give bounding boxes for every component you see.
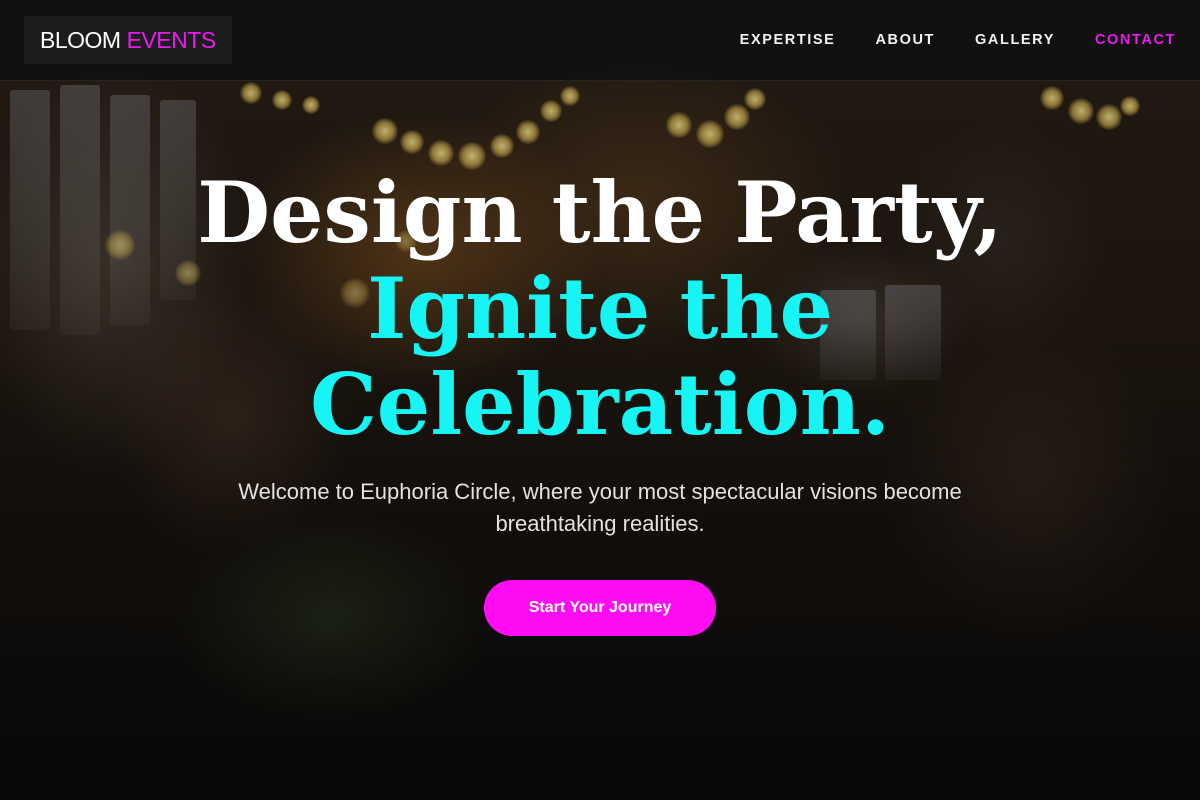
site-header: BLOOM EVENTS EXPERTISE ABOUT GALLERY CON… [0,0,1200,81]
landing-page: BLOOM EVENTS EXPERTISE ABOUT GALLERY CON… [0,0,1200,800]
nav-link-about[interactable]: ABOUT [875,32,935,48]
headline-line-2: Ignite the [367,259,833,358]
hero-subtitle: Welcome to Euphoria Circle, where your m… [238,479,962,536]
hero-section: Design the Party, Ignite the Celebration… [0,0,1200,800]
headline-line-3: Celebration. [309,355,891,454]
logo-word-events: EVENTS [126,26,217,53]
headline-line-1: Design the Party, [197,163,1003,262]
nav-link-gallery[interactable]: GALLERY [975,32,1055,48]
start-journey-button[interactable]: Start Your Journey [484,580,716,636]
hero-headline: Design the Party, Ignite the Celebration… [0,165,1200,453]
main-nav: EXPERTISE ABOUT GALLERY CONTACT [740,0,1176,80]
logo-word-bloom: BLOOM [40,26,121,53]
logo[interactable]: BLOOM EVENTS [24,16,232,64]
nav-link-expertise[interactable]: EXPERTISE [740,32,836,48]
nav-link-contact[interactable]: CONTACT [1095,32,1176,48]
